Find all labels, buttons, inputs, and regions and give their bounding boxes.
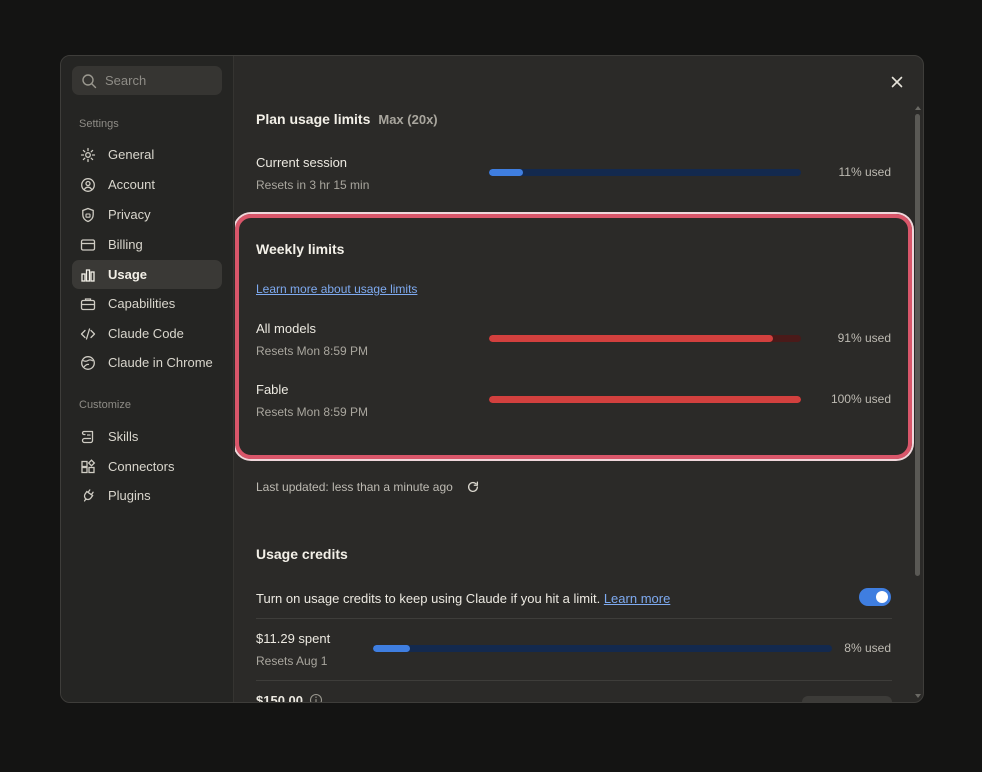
close-icon[interactable]	[889, 74, 905, 90]
sidebar-item-usage[interactable]: Usage	[72, 260, 222, 289]
shield-icon	[82, 207, 94, 222]
sidebar-item-label: Privacy	[108, 207, 151, 222]
all-models-label: All models	[256, 321, 316, 336]
plan-title: Plan usage limits	[256, 111, 371, 127]
code-icon	[80, 327, 96, 340]
card-icon	[80, 238, 96, 251]
spent-reset: Resets Aug 1	[256, 654, 328, 668]
sidebar-item-label: Usage	[108, 267, 148, 282]
credit-limit-label: $150.00	[256, 693, 303, 702]
plan-header: Plan usage limits Max (20x)	[256, 111, 438, 127]
sidebar-item-label: Claude Code	[108, 326, 184, 341]
sidebar-item-claude-code[interactable]: Claude Code	[72, 319, 222, 348]
session-percent: 11% used	[838, 165, 891, 179]
search-input[interactable]: Search	[72, 66, 222, 95]
plan-badge: Max (20x)	[378, 112, 438, 127]
learn-more-usage-link[interactable]: Learn more about usage limits	[256, 282, 417, 296]
all-models-progress-bar	[489, 335, 801, 342]
all-models-percent: 91% used	[837, 331, 891, 345]
sidebar-item-billing[interactable]: Billing	[72, 230, 222, 259]
spent-label: $11.29 spent	[256, 631, 331, 646]
sidebar-item-privacy[interactable]: Privacy	[72, 200, 222, 229]
last-updated-text: Last updated: less than a minute ago	[256, 480, 453, 494]
settings-heading: Settings	[79, 118, 119, 130]
refresh-icon[interactable]	[466, 480, 480, 494]
current-session-label: Current session	[256, 155, 348, 170]
fable-label: Fable	[256, 382, 289, 397]
chart-icon	[81, 268, 95, 282]
search-icon	[82, 73, 97, 88]
credits-toggle[interactable]	[859, 588, 891, 606]
fable-progress-fill	[489, 396, 801, 403]
session-progress-fill	[489, 169, 524, 176]
weekly-title: Weekly limits	[256, 241, 345, 257]
scroll-down-arrow[interactable]	[915, 694, 921, 698]
sidebar-item-account[interactable]: Account	[72, 170, 222, 199]
all-models-reset: Resets Mon 8:59 PM	[256, 344, 369, 358]
settings-window: Search Settings General Account Privacy …	[60, 55, 924, 703]
grid-icon	[81, 458, 96, 473]
sidebar-item-connectors[interactable]: Connectors	[72, 452, 222, 481]
fable-reset: Resets Mon 8:59 PM	[256, 405, 369, 419]
sidebar-item-label: Billing	[108, 237, 143, 252]
credits-learn-more-link[interactable]: Learn more	[604, 591, 670, 606]
sidebar-item-claude-in-chrome[interactable]: Claude in Chrome	[72, 348, 222, 377]
main-panel: Plan usage limits Max (20x) Current sess…	[235, 56, 923, 702]
scroll-icon	[81, 430, 94, 443]
credits-description: Turn on usage credits to keep using Clau…	[256, 591, 670, 606]
sidebar-item-label: Capabilities	[108, 296, 176, 311]
credits-percent: 8% used	[844, 641, 891, 655]
sidebar-item-skills[interactable]: Skills	[72, 422, 222, 451]
edit-limit-button[interactable]	[802, 696, 892, 702]
current-session-reset: Resets in 3 hr 15 min	[256, 178, 370, 192]
gear-icon	[80, 147, 96, 162]
sidebar-item-label: Account	[108, 177, 155, 192]
customize-heading: Customize	[79, 399, 131, 411]
sidebar-item-label: Plugins	[108, 488, 151, 503]
divider	[256, 680, 892, 681]
credits-title: Usage credits	[256, 546, 348, 562]
user-icon	[81, 177, 95, 192]
plug-icon	[83, 488, 94, 502]
sidebar: Search Settings General Account Privacy …	[61, 56, 234, 702]
fable-percent: 100% used	[830, 392, 891, 406]
credits-progress-fill	[373, 645, 410, 652]
scroll-up-arrow[interactable]	[915, 106, 921, 110]
session-progress-bar	[489, 169, 801, 176]
sidebar-item-label: Skills	[108, 429, 139, 444]
divider	[256, 618, 892, 619]
sidebar-item-label: Connectors	[108, 459, 175, 474]
credits-progress-bar	[373, 645, 832, 652]
briefcase-icon	[80, 297, 96, 310]
fable-progress-bar	[489, 396, 801, 403]
search-placeholder: Search	[105, 73, 147, 88]
info-icon[interactable]	[309, 693, 323, 702]
sidebar-item-plugins[interactable]: Plugins	[72, 481, 222, 510]
sidebar-item-label: General	[108, 147, 155, 162]
credits-description-text: Turn on usage credits to keep using Clau…	[256, 591, 601, 606]
globe-icon	[81, 355, 95, 370]
scrollbar[interactable]	[915, 114, 920, 576]
all-models-progress-fill	[489, 335, 773, 342]
sidebar-item-label: Claude in Chrome	[108, 355, 213, 370]
toggle-knob	[876, 591, 888, 603]
sidebar-item-capabilities[interactable]: Capabilities	[72, 289, 222, 318]
sidebar-item-general[interactable]: General	[72, 140, 222, 169]
